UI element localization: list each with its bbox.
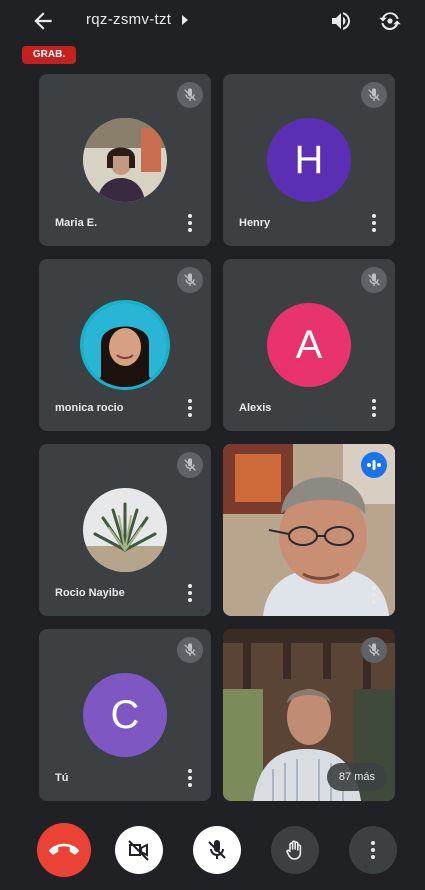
more-vertical-icon[interactable] bbox=[187, 399, 193, 419]
call-controls bbox=[0, 820, 425, 890]
more-vertical-icon[interactable] bbox=[371, 214, 377, 234]
participant-tile[interactable]: H Henry bbox=[223, 74, 395, 246]
avatar: A bbox=[267, 303, 351, 387]
more-options-button[interactable] bbox=[349, 826, 397, 874]
participant-tile[interactable]: Maria E. bbox=[39, 74, 211, 246]
participant-video-tile[interactable] bbox=[223, 444, 395, 616]
mic-off-icon bbox=[177, 82, 203, 108]
participant-tile[interactable]: A Alexis bbox=[223, 259, 395, 431]
participant-video-tile[interactable]: 87 más bbox=[223, 629, 395, 801]
participant-name: Alexis bbox=[239, 402, 272, 414]
caret-right-icon[interactable] bbox=[182, 15, 188, 25]
camera-toggle-button[interactable] bbox=[115, 826, 163, 874]
mic-off-icon bbox=[361, 637, 387, 663]
recording-badge: GRAB. bbox=[22, 46, 76, 64]
speaking-indicator-icon bbox=[361, 452, 387, 478]
mic-off-icon bbox=[361, 82, 387, 108]
more-vertical-icon[interactable] bbox=[371, 586, 377, 606]
top-bar: rqz-zsmv-tzt bbox=[0, 0, 425, 44]
participant-name: Rocio Nayibe bbox=[55, 587, 125, 599]
avatar: H bbox=[267, 118, 351, 202]
participant-tile[interactable]: Rocio Nayibe bbox=[39, 444, 211, 616]
raise-hand-button[interactable] bbox=[271, 826, 319, 874]
more-vertical-icon[interactable] bbox=[187, 769, 193, 789]
more-vertical-icon[interactable] bbox=[371, 399, 377, 419]
avatar: C bbox=[83, 673, 167, 757]
end-call-button[interactable] bbox=[37, 823, 91, 877]
more-vertical-icon[interactable] bbox=[187, 214, 193, 234]
mic-off-icon bbox=[177, 637, 203, 663]
meeting-code[interactable]: rqz-zsmv-tzt bbox=[86, 11, 171, 28]
participant-tile[interactable]: monica rocio bbox=[39, 259, 211, 431]
mic-off-icon bbox=[361, 267, 387, 293]
camera-switch-icon[interactable] bbox=[377, 8, 403, 34]
back-arrow-icon[interactable] bbox=[30, 8, 56, 34]
mic-toggle-button[interactable] bbox=[193, 826, 241, 874]
participant-name: Maria E. bbox=[55, 217, 98, 229]
more-participants-badge[interactable]: 87 más bbox=[326, 763, 387, 791]
participant-name: monica rocio bbox=[55, 402, 124, 414]
avatar bbox=[83, 488, 167, 572]
volume-icon[interactable] bbox=[329, 9, 353, 33]
avatar bbox=[83, 118, 167, 202]
avatar bbox=[83, 303, 167, 387]
mic-off-icon bbox=[177, 452, 203, 478]
more-vertical-icon[interactable] bbox=[187, 584, 193, 604]
participant-name: Henry bbox=[239, 217, 271, 229]
participant-name: Tú bbox=[55, 772, 69, 784]
mic-off-icon bbox=[177, 267, 203, 293]
participant-tile-self[interactable]: C Tú bbox=[39, 629, 211, 801]
